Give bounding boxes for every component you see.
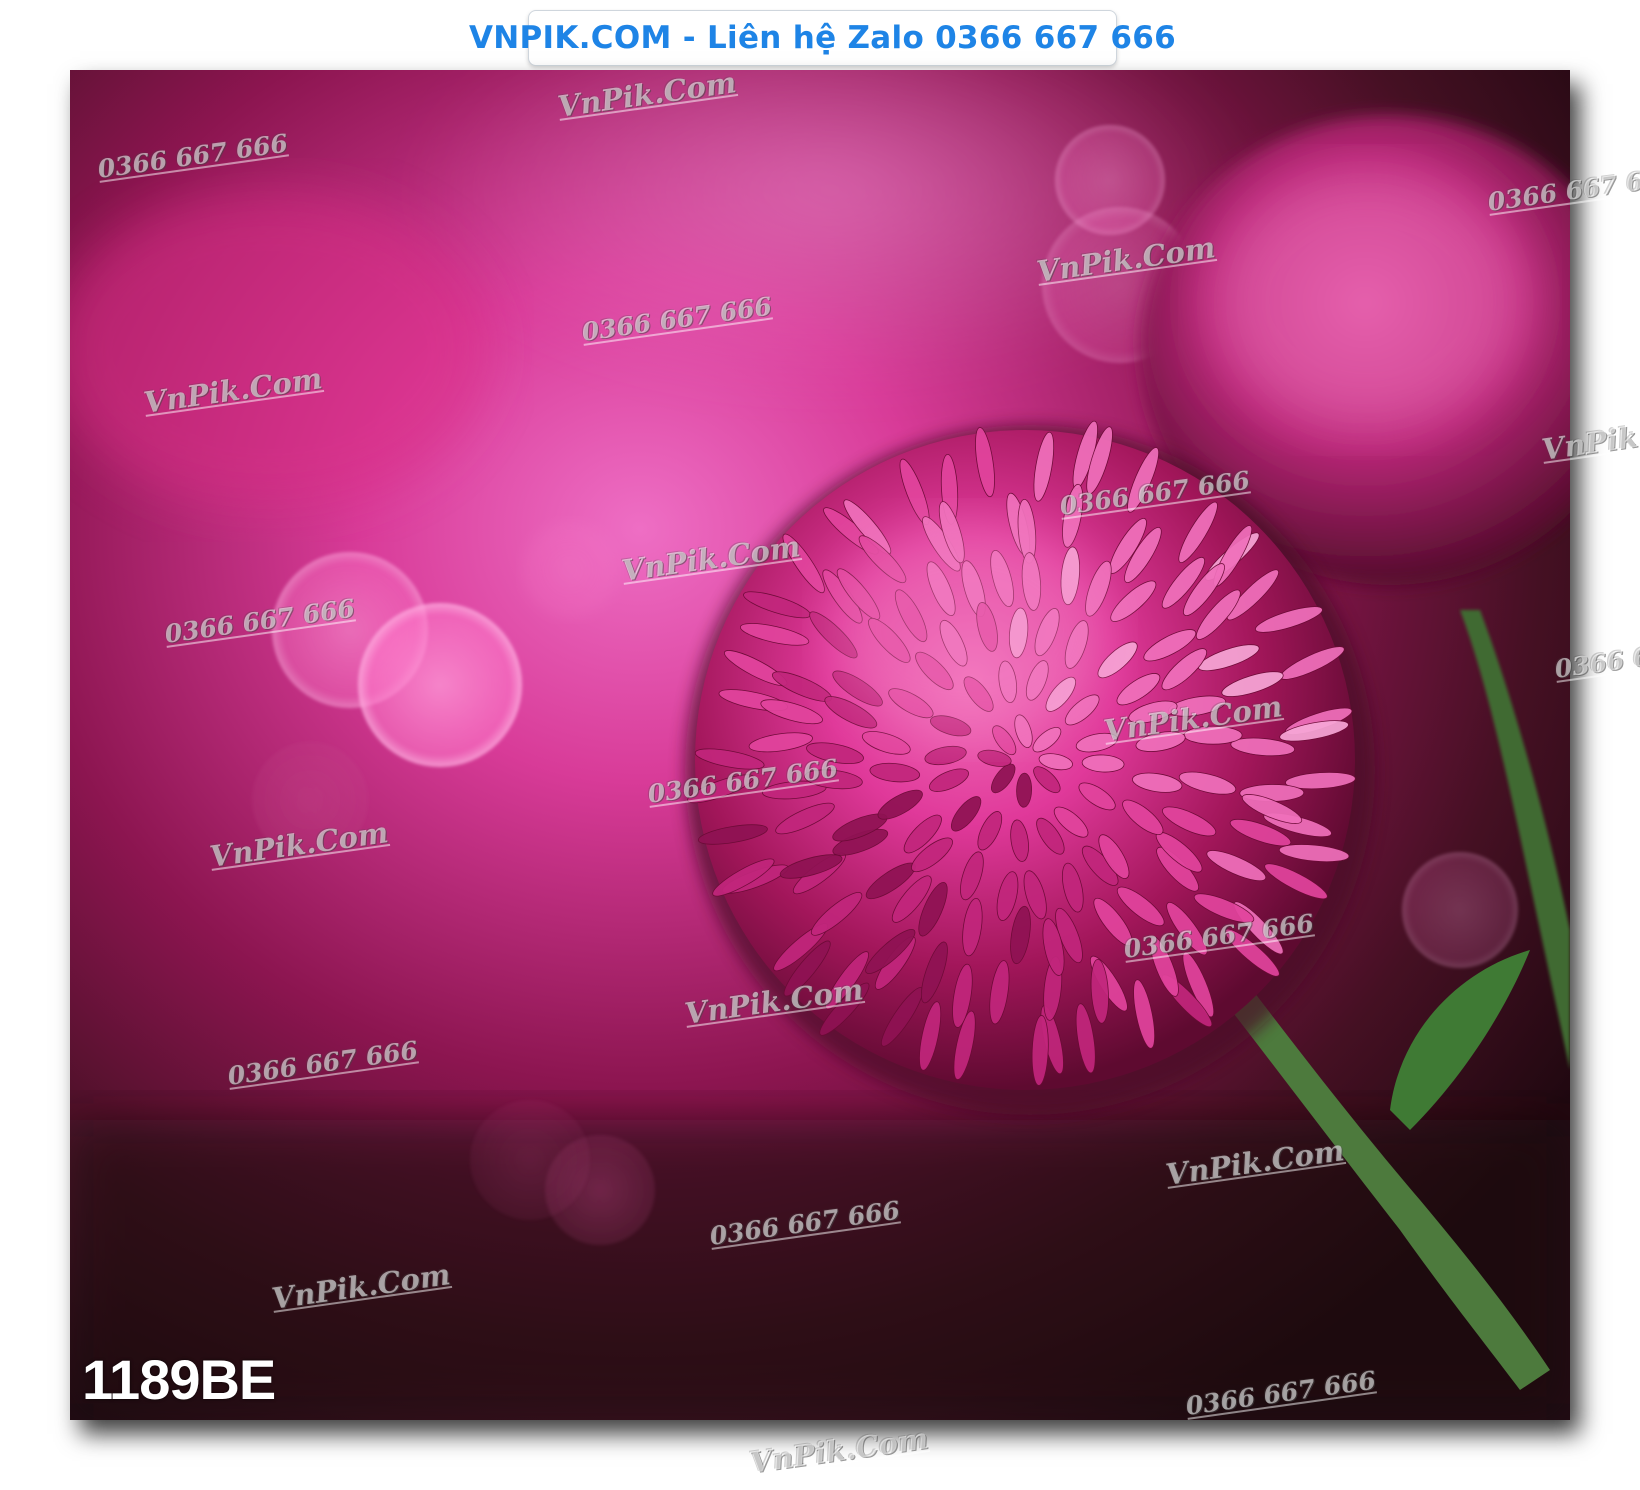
watermark-brand: VnPik.Com bbox=[747, 1421, 931, 1480]
product-code: 1189BE bbox=[82, 1348, 276, 1411]
petal bbox=[1183, 725, 1243, 745]
product-photo: 1189BE bbox=[70, 70, 1570, 1420]
flower-photo-image bbox=[70, 70, 1570, 1420]
header-banner: VNPIK.COM - Liên hệ Zalo 0366 667 666 bbox=[469, 10, 1176, 66]
